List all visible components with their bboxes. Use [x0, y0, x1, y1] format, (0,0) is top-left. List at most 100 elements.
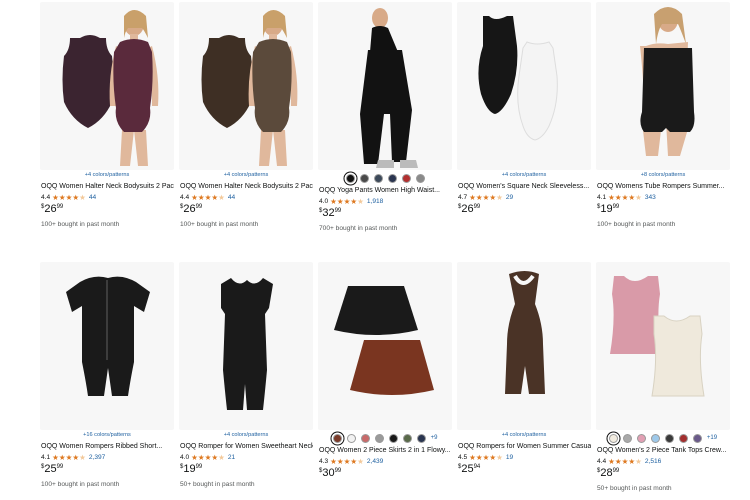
color-swatch[interactable]: [388, 433, 398, 443]
product-image[interactable]: [318, 262, 452, 430]
star-rating[interactable]: ★ ★ ★ ★ ★: [608, 457, 642, 466]
more-swatches-link[interactable]: +19: [707, 434, 717, 443]
color-swatch[interactable]: [608, 433, 618, 443]
product-title[interactable]: OQQ Women's Square Neck Sleeveless...: [457, 182, 591, 191]
price[interactable]: $19 99: [596, 203, 730, 216]
product-image[interactable]: [457, 262, 591, 430]
color-swatch[interactable]: [332, 433, 342, 443]
product-title[interactable]: OQQ Women Halter Neck Bodysuits 2 Pack..…: [40, 182, 174, 191]
product-title[interactable]: OQQ Rompers for Women Summer Casual...: [457, 442, 591, 451]
product-card[interactable]: OQQ Yoga Pants Women High Waist... 4.0 ★ ★ ★…: [318, 2, 452, 233]
product-card[interactable]: +4 colors/patterns OQQ Rompers for Women …: [457, 262, 591, 476]
star-rating[interactable]: ★ ★ ★ ★ ★: [330, 197, 364, 206]
color-swatch[interactable]: [650, 433, 660, 443]
price[interactable]: $28 99: [596, 467, 730, 480]
colors-patterns-link[interactable]: +4 colors/patterns: [457, 171, 591, 180]
color-swatch[interactable]: [373, 173, 383, 183]
star-rating[interactable]: ★ ★ ★ ★ ★: [469, 193, 503, 202]
review-count-link[interactable]: 21: [228, 454, 235, 461]
price[interactable]: $26 99: [40, 203, 174, 216]
color-swatch[interactable]: [374, 433, 384, 443]
product-image[interactable]: [596, 2, 730, 170]
review-count-link[interactable]: 29: [506, 194, 513, 201]
review-count-link[interactable]: 343: [645, 194, 656, 201]
colors-patterns-link[interactable]: +8 colors/patterns: [596, 171, 730, 180]
rating-row[interactable]: 4.4 ★ ★ ★ ★ ★ 2,516: [596, 456, 730, 466]
product-title[interactable]: OQQ Women Rompers Ribbed Short...: [40, 442, 174, 451]
color-swatch[interactable]: [360, 433, 370, 443]
star-rating[interactable]: ★ ★ ★ ★ ★: [52, 193, 86, 202]
product-title[interactable]: OQQ Womens Tube Rompers Summer...: [596, 182, 730, 191]
rating-row[interactable]: 4.7 ★ ★ ★ ★ ★ 29: [457, 192, 591, 202]
review-count-link[interactable]: 2,439: [367, 458, 384, 465]
color-swatch[interactable]: [402, 433, 412, 443]
colors-patterns-link[interactable]: +4 colors/patterns: [457, 431, 591, 440]
product-image[interactable]: [40, 262, 174, 430]
star-icon: ★: [628, 456, 636, 466]
colors-patterns-link[interactable]: +4 colors/patterns: [40, 171, 174, 180]
price[interactable]: $26 99: [179, 203, 313, 216]
color-swatch[interactable]: [678, 433, 688, 443]
product-image[interactable]: [179, 262, 313, 430]
price[interactable]: $26 99: [457, 203, 591, 216]
rating-row[interactable]: 4.0 ★ ★ ★ ★ ★ 1,918: [318, 196, 452, 206]
color-swatch[interactable]: [692, 433, 702, 443]
review-count-link[interactable]: 44: [228, 194, 235, 201]
color-swatch[interactable]: [401, 173, 411, 183]
colors-patterns-link[interactable]: +4 colors/patterns: [179, 171, 313, 180]
product-card[interactable]: +4 colors/patterns OQQ Romper for Women S…: [179, 262, 313, 489]
rating-row[interactable]: 4.5 ★ ★ ★ ★ ★ 19: [457, 452, 591, 462]
review-count-link[interactable]: 44: [89, 194, 96, 201]
color-swatch[interactable]: [359, 173, 369, 183]
product-card[interactable]: +16 colors/patterns OQQ Women Rompers Rib…: [40, 262, 174, 489]
product-card[interactable]: +8 colors/patterns OQQ Womens Tube Romper…: [596, 2, 730, 229]
color-swatch[interactable]: [636, 433, 646, 443]
rating-row[interactable]: 4.3 ★ ★ ★ ★ ★ 2,439: [318, 456, 452, 466]
product-card[interactable]: +19 OQQ Women's 2 Piece Tank Tops Crew...…: [596, 262, 730, 493]
product-title[interactable]: OQQ Women 2 Piece Skirts 2 in 1 Flowy...: [318, 446, 452, 455]
product-title[interactable]: OQQ Yoga Pants Women High Waist...: [318, 186, 452, 195]
price[interactable]: $25 94: [457, 463, 591, 476]
price[interactable]: $25 99: [40, 463, 174, 476]
price[interactable]: $32 99: [318, 207, 452, 220]
product-title[interactable]: OQQ Women's 2 Piece Tank Tops Crew...: [596, 446, 730, 455]
rating-row[interactable]: 4.1 ★ ★ ★ ★ ★ 2,397: [40, 452, 174, 462]
color-swatch[interactable]: [415, 173, 425, 183]
more-swatches-link[interactable]: +9: [431, 434, 438, 443]
price[interactable]: $30 99: [318, 467, 452, 480]
color-swatch[interactable]: [622, 433, 632, 443]
product-image[interactable]: [318, 2, 452, 170]
product-card[interactable]: +9 OQQ Women 2 Piece Skirts 2 in 1 Flowy.…: [318, 262, 452, 480]
colors-patterns-link[interactable]: +4 colors/patterns: [179, 431, 313, 440]
star-rating[interactable]: ★ ★ ★ ★ ★: [330, 457, 364, 466]
rating-row[interactable]: 4.4 ★ ★ ★ ★ ★ 44: [40, 192, 174, 202]
review-count-link[interactable]: 19: [506, 454, 513, 461]
price[interactable]: $19 99: [179, 463, 313, 476]
product-card[interactable]: +4 colors/patterns OQQ Women's Square Nec…: [457, 2, 591, 216]
color-swatch[interactable]: [387, 173, 397, 183]
colors-patterns-link[interactable]: +16 colors/patterns: [40, 431, 174, 440]
color-swatch[interactable]: [345, 173, 355, 183]
color-swatch[interactable]: [664, 433, 674, 443]
review-count-link[interactable]: 2,516: [645, 458, 662, 465]
star-rating[interactable]: ★ ★ ★ ★ ★: [469, 453, 503, 462]
rating-row[interactable]: 4.1 ★ ★ ★ ★ ★ 343: [596, 192, 730, 202]
product-image[interactable]: [40, 2, 174, 170]
product-title[interactable]: OQQ Women Halter Neck Bodysuits 2 Pack..…: [179, 182, 313, 191]
review-count-link[interactable]: 1,918: [367, 198, 384, 205]
review-count-link[interactable]: 2,397: [89, 454, 106, 461]
color-swatch[interactable]: [416, 433, 426, 443]
rating-row[interactable]: 4.4 ★ ★ ★ ★ ★ 44: [179, 192, 313, 202]
product-card[interactable]: +4 colors/patterns OQQ Women Halter Neck …: [40, 2, 174, 229]
product-title[interactable]: OQQ Romper for Women Sweetheart Neck...: [179, 442, 313, 451]
product-image[interactable]: [596, 262, 730, 430]
star-rating[interactable]: ★ ★ ★ ★ ★: [52, 453, 86, 462]
star-rating[interactable]: ★ ★ ★ ★ ★: [608, 193, 642, 202]
product-image[interactable]: [457, 2, 591, 170]
rating-row[interactable]: 4.0 ★ ★ ★ ★ ★ 21: [179, 452, 313, 462]
product-image[interactable]: [179, 2, 313, 170]
star-rating[interactable]: ★ ★ ★ ★ ★: [191, 193, 225, 202]
product-card[interactable]: +4 colors/patterns OQQ Women Halter Neck …: [179, 2, 313, 229]
star-rating[interactable]: ★ ★ ★ ★ ★: [191, 453, 225, 462]
color-swatch[interactable]: [346, 433, 356, 443]
